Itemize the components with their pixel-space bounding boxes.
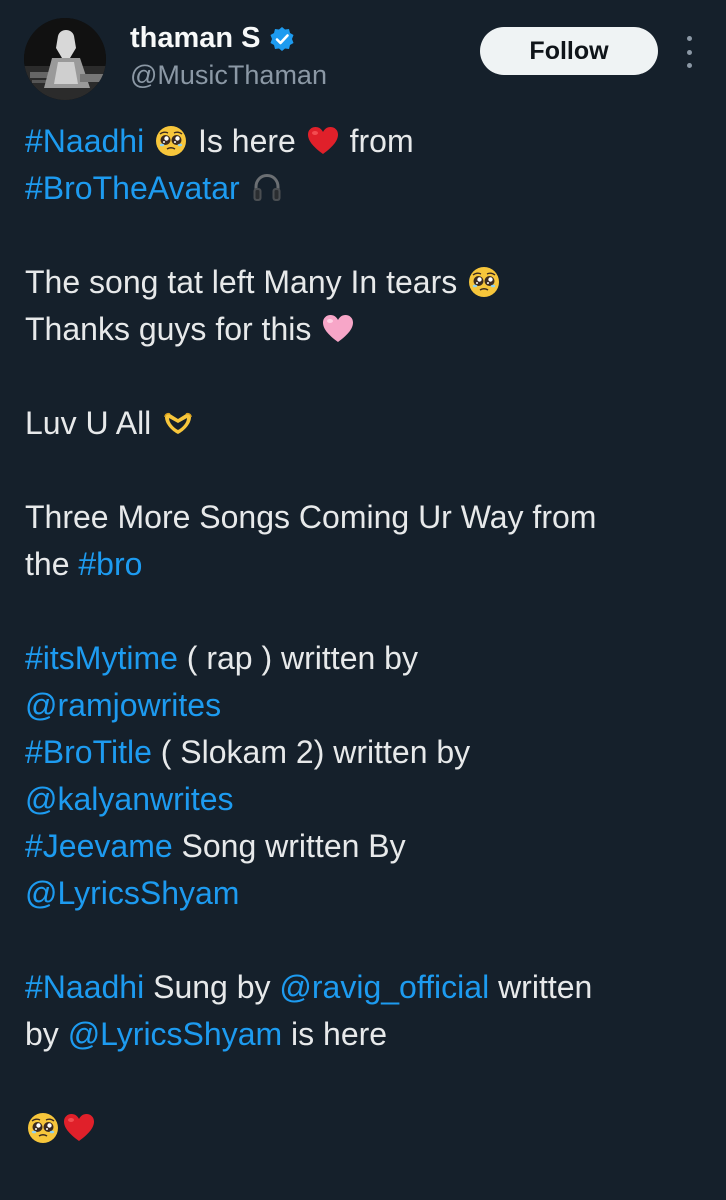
verified-badge-icon (270, 26, 294, 51)
mention-ramjowrites[interactable]: @ramjowrites (25, 687, 221, 723)
name-row: thaman S (130, 22, 295, 55)
tweet-text: Three More Songs Coming Ur Way from (25, 499, 597, 535)
tweet-text: written (489, 969, 593, 1005)
red-heart-emoji (63, 1112, 95, 1144)
tweet-line: Luv U All (25, 400, 715, 447)
headphone-emoji (251, 172, 283, 204)
pleading-face-emoji (468, 266, 500, 298)
tweet-text: by (25, 1016, 68, 1052)
tweet-text: The song tat left Many In tears (25, 264, 467, 300)
tweet-text: is here (282, 1016, 388, 1052)
dot (686, 63, 692, 68)
tweet-line: Thanks guys for this (25, 306, 715, 353)
hashtag-naadhi[interactable]: #Naadhi (25, 969, 144, 1005)
tweet-text: the (25, 546, 79, 582)
pink-heart-emoji (322, 313, 354, 345)
tweet-line: Three More Songs Coming Ur Way from (25, 494, 715, 541)
display-name[interactable]: thaman S (130, 22, 261, 55)
tweet-line: #Naadhi Sung by @ravig_official written (25, 964, 715, 1011)
hashtag-brotheavatar[interactable]: #BroTheAvatar (25, 170, 240, 206)
tweet-text: from (340, 123, 414, 159)
tweet-text: Song written By (172, 828, 406, 864)
mention-kalyanwrites[interactable]: @kalyanwrites (25, 781, 234, 817)
tweet-line: #Naadhi Is here from (25, 118, 715, 165)
tweet-line: The song tat left Many In tears (25, 259, 715, 306)
dot (686, 36, 692, 41)
tweet-line: #itsMytime ( rap ) written by (25, 635, 715, 682)
tweet-text: Thanks guys for this (25, 311, 321, 347)
tweet-text: Is here (189, 123, 305, 159)
tweet-line: the #bro (25, 541, 715, 588)
tweet-line: @kalyanwrites (25, 776, 715, 823)
tweet-line: #BroTheAvatar (25, 165, 715, 212)
pleading-face-emoji (155, 125, 187, 157)
tweet-line: #BroTitle ( Slokam 2) written by (25, 729, 715, 776)
heart-hands-emoji (162, 407, 194, 439)
dot (686, 49, 692, 55)
hashtag-itsmytime[interactable]: #itsMytime (25, 640, 178, 676)
tweet-line: #Jeevame Song written By (25, 823, 715, 870)
pleading-face-emoji (27, 1112, 59, 1144)
mention-lyricsshyam[interactable]: @LyricsShyam (25, 875, 239, 911)
hashtag-naadhi[interactable]: #Naadhi (25, 123, 144, 159)
follow-button[interactable]: Follow (480, 27, 658, 75)
user-handle[interactable]: @MusicThaman (130, 60, 327, 91)
hashtag-jeevame[interactable]: #Jeevame (25, 828, 173, 864)
tweet-text: ( rap ) written by (177, 640, 418, 676)
tweet-line: @ramjowrites (25, 682, 715, 729)
tweet-text: Luv U All (25, 405, 161, 441)
tweet-body: #Naadhi Is here from #BroTheAvatar The s… (25, 118, 715, 1152)
more-vertical-icon[interactable] (678, 36, 700, 68)
mention-ravig-official[interactable]: @ravig_official (279, 969, 489, 1005)
tweet-text: Sung by (144, 969, 280, 1005)
red-heart-emoji (307, 125, 339, 157)
tweet-line (25, 1105, 715, 1152)
tweet-line: by @LyricsShyam is here (25, 1011, 715, 1058)
mention-lyricsshyam[interactable]: @LyricsShyam (68, 1016, 282, 1052)
profile-avatar[interactable] (24, 18, 106, 100)
tweet-header: thaman S @MusicThaman Follow (0, 0, 726, 110)
avatar-image (24, 18, 106, 100)
tweet-line: @LyricsShyam (25, 870, 715, 917)
hashtag-brotitle[interactable]: #BroTitle (25, 734, 152, 770)
hashtag-bro[interactable]: #bro (78, 546, 142, 582)
tweet-text: ( Slokam 2) written by (151, 734, 471, 770)
